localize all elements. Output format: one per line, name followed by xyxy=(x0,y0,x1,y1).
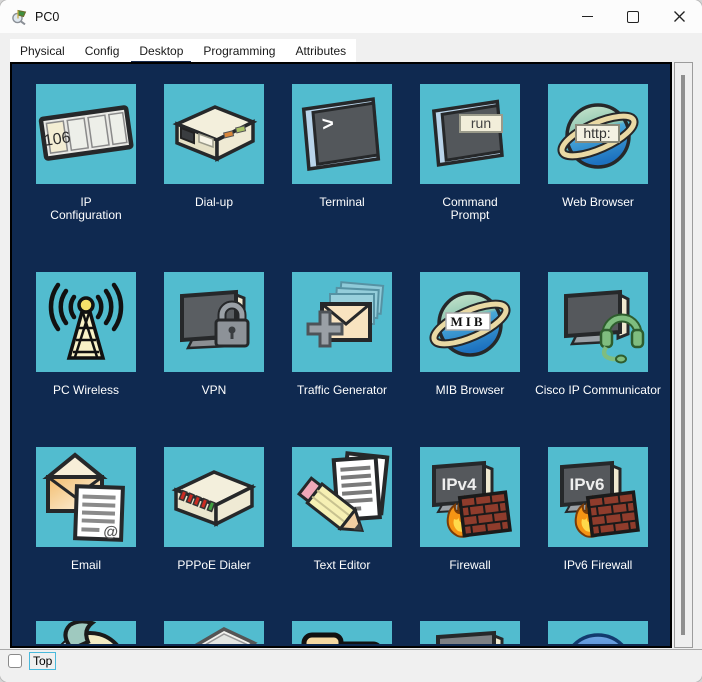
app-label: Command Prompt xyxy=(442,195,498,222)
dialup-modem-icon xyxy=(172,105,258,162)
tab-desktop[interactable]: Desktop xyxy=(129,39,193,66)
tab-bar: Physical Config Desktop Programming Attr… xyxy=(10,39,357,66)
app-row-3: @ Email PPPoE Dialer Text Editor IPv4 Fi… xyxy=(12,447,670,572)
app-row-2: PC Wireless VPN Traffic Generator MIB MI… xyxy=(12,272,670,397)
app-partial-4[interactable] xyxy=(420,621,520,644)
firewall-ipv6-icon: IPv6 xyxy=(560,460,640,538)
app-pc-wireless[interactable]: PC Wireless xyxy=(36,272,136,397)
desktop-app-grid: 106 IP Configuration Dial-up > Terminal … xyxy=(10,62,672,648)
app-label: PC Wireless xyxy=(52,383,119,397)
svg-text:@: @ xyxy=(103,523,118,541)
app-partial-5[interactable] xyxy=(548,621,648,644)
app-label: IP Configuration xyxy=(50,195,122,222)
svg-text:IPv6: IPv6 xyxy=(570,475,605,494)
maximize-button[interactable] xyxy=(610,0,656,33)
tab-programming[interactable]: Programming xyxy=(193,39,285,62)
pppoe-dialer-icon xyxy=(171,470,257,527)
pc-wireless-icon xyxy=(48,282,124,360)
footer-bar: Top xyxy=(0,649,702,682)
svg-text:run: run xyxy=(471,115,491,131)
tab-attributes[interactable]: Attributes xyxy=(285,39,356,62)
svg-text:http:: http: xyxy=(583,125,610,141)
tab-config[interactable]: Config xyxy=(75,39,130,62)
app-label: Web Browser xyxy=(562,195,634,209)
firewall-ipv4-icon: IPv4 xyxy=(432,460,512,538)
app-partial-2[interactable] xyxy=(164,621,264,644)
top-checkbox-label[interactable]: Top xyxy=(29,652,57,670)
close-button[interactable] xyxy=(656,0,702,33)
app-command-prompt[interactable]: run Command Prompt xyxy=(420,84,520,222)
app-label: Cisco IP Communicator xyxy=(535,383,661,397)
app-email[interactable]: @ Email xyxy=(36,447,136,572)
close-icon xyxy=(673,11,685,22)
app-ipv6-firewall[interactable]: IPv6 IPv6 Firewall xyxy=(548,447,648,572)
app-label: Email xyxy=(70,558,101,572)
app-firewall[interactable]: IPv4 Firewall xyxy=(420,447,520,572)
web-browser-icon: http: xyxy=(557,103,639,169)
app-row-4-partial xyxy=(12,621,670,644)
paper-sheet-icon xyxy=(194,627,258,644)
text-editor-icon xyxy=(296,451,390,533)
app-label: PPPoE Dialer xyxy=(177,558,251,572)
pc0-window: PC0 Physical Config Desktop Programming … xyxy=(0,0,702,682)
top-checkbox[interactable] xyxy=(8,654,22,668)
app-label: IPv6 Firewall xyxy=(563,558,633,572)
app-row-1: 106 IP Configuration Dial-up > Terminal … xyxy=(12,84,670,222)
terminal-icon: > xyxy=(301,97,381,172)
maximize-icon xyxy=(627,10,639,23)
app-traffic-generator[interactable]: Traffic Generator xyxy=(292,272,392,397)
app-label: Firewall xyxy=(449,558,491,572)
monitor-icon xyxy=(436,630,504,644)
vertical-scrollbar[interactable] xyxy=(674,62,693,648)
app-cisco-ip-communicator[interactable]: Cisco IP Communicator xyxy=(535,272,661,397)
app-label: MIB Browser xyxy=(435,383,505,397)
command-prompt-icon: run xyxy=(431,99,504,167)
app-label: VPN xyxy=(201,383,227,397)
mib-browser-icon: MIB xyxy=(429,291,511,357)
tab-physical[interactable]: Physical xyxy=(10,39,75,62)
app-text-editor[interactable]: Text Editor xyxy=(292,447,392,572)
app-label: Traffic Generator xyxy=(296,383,388,397)
app-ip-configuration[interactable]: 106 IP Configuration xyxy=(36,84,136,222)
app-partial-3[interactable] xyxy=(292,621,392,644)
app-dialup[interactable]: Dial-up xyxy=(164,84,264,222)
app-label: Dial-up xyxy=(194,195,233,209)
app-label: Text Editor xyxy=(313,558,371,572)
app-label: Terminal xyxy=(319,195,365,209)
app-mib-browser[interactable]: MIB MIB Browser xyxy=(420,272,520,397)
traffic-generator-icon xyxy=(306,281,385,348)
folder-icon xyxy=(301,632,380,644)
svg-text:>: > xyxy=(321,113,335,136)
app-partial-1[interactable] xyxy=(36,621,136,644)
svg-text:MIB: MIB xyxy=(451,314,486,329)
cisco-ip-communicator-icon xyxy=(564,289,645,364)
svg-text:IPv4: IPv4 xyxy=(442,475,478,494)
ip-configuration-icon: 106 xyxy=(38,105,134,161)
minimize-icon xyxy=(581,15,593,18)
disc-page-curl-icon xyxy=(60,621,119,644)
app-terminal[interactable]: > Terminal xyxy=(292,84,392,222)
packet-tracer-logo-icon xyxy=(12,9,27,25)
app-pppoe-dialer[interactable]: PPPoE Dialer xyxy=(164,447,264,572)
app-web-browser[interactable]: http: Web Browser xyxy=(548,84,648,222)
app-vpn[interactable]: VPN xyxy=(164,272,264,397)
minimize-button[interactable] xyxy=(564,0,610,33)
title-bar: PC0 xyxy=(0,0,702,33)
window-title: PC0 xyxy=(35,9,60,24)
vpn-lock-icon xyxy=(180,289,250,350)
email-icon: @ xyxy=(42,452,125,542)
window-controls xyxy=(564,0,702,33)
scrollbar-thumb[interactable] xyxy=(681,75,685,635)
blue-globe-icon xyxy=(572,633,624,644)
